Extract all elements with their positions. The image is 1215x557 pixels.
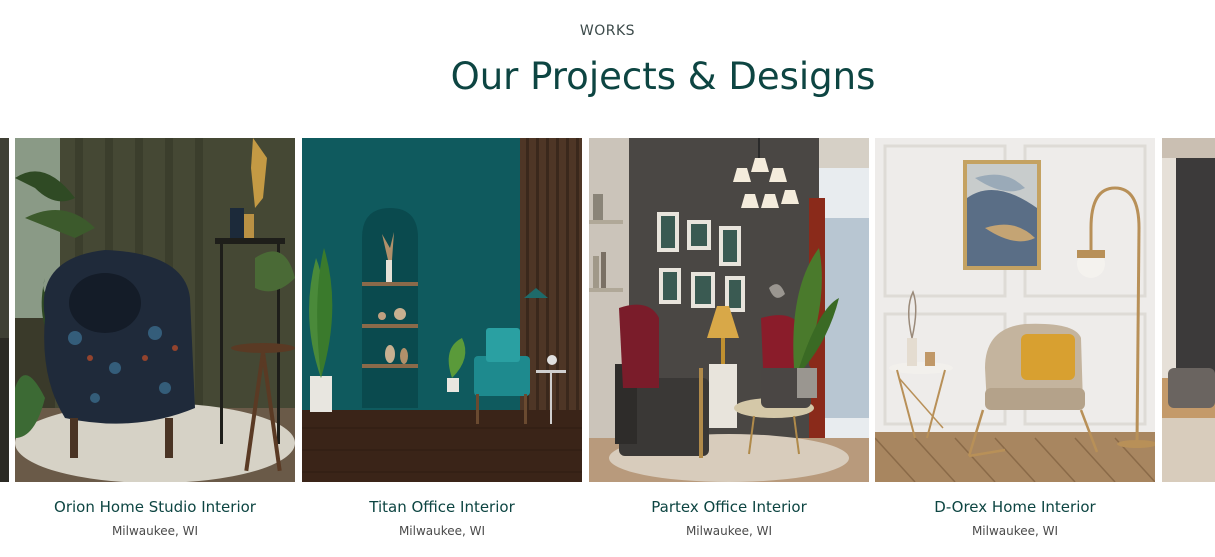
partial-project-card-left[interactable] bbox=[0, 138, 9, 482]
project-location: Milwaukee, WI bbox=[685, 524, 773, 538]
project-title[interactable]: D-Orex Home Interior bbox=[875, 498, 1155, 516]
project-location: Milwaukee, WI bbox=[398, 524, 486, 538]
project-image-dorex[interactable] bbox=[875, 138, 1155, 482]
section-heading: Our Projects & Designs bbox=[450, 55, 876, 98]
section-eyebrow: WORKS bbox=[579, 23, 636, 39]
projects-section: WORKS Our Projects & Designs Orion Home … bbox=[0, 0, 1215, 557]
projects-carousel[interactable]: Orion Home Studio Interior Milwaukee, WI bbox=[0, 138, 1215, 557]
project-location: Milwaukee, WI bbox=[111, 524, 199, 538]
project-card[interactable]: D-Orex Home Interior Milwaukee, WI bbox=[875, 138, 1155, 538]
project-card[interactable]: Partex Office Interior Milwaukee, WI bbox=[589, 138, 869, 538]
project-title[interactable]: Partex Office Interior bbox=[589, 498, 869, 516]
project-title[interactable]: Titan Office Interior bbox=[302, 498, 582, 516]
partial-project-card-right[interactable] bbox=[1162, 138, 1215, 482]
project-image-orion[interactable] bbox=[15, 138, 295, 482]
project-image-titan[interactable] bbox=[302, 138, 582, 482]
project-image-partex[interactable] bbox=[589, 138, 869, 482]
project-title[interactable]: Orion Home Studio Interior bbox=[15, 498, 295, 516]
project-location: Milwaukee, WI bbox=[971, 524, 1059, 538]
project-card[interactable]: Titan Office Interior Milwaukee, WI bbox=[302, 138, 582, 538]
project-card[interactable]: Orion Home Studio Interior Milwaukee, WI bbox=[15, 138, 295, 538]
